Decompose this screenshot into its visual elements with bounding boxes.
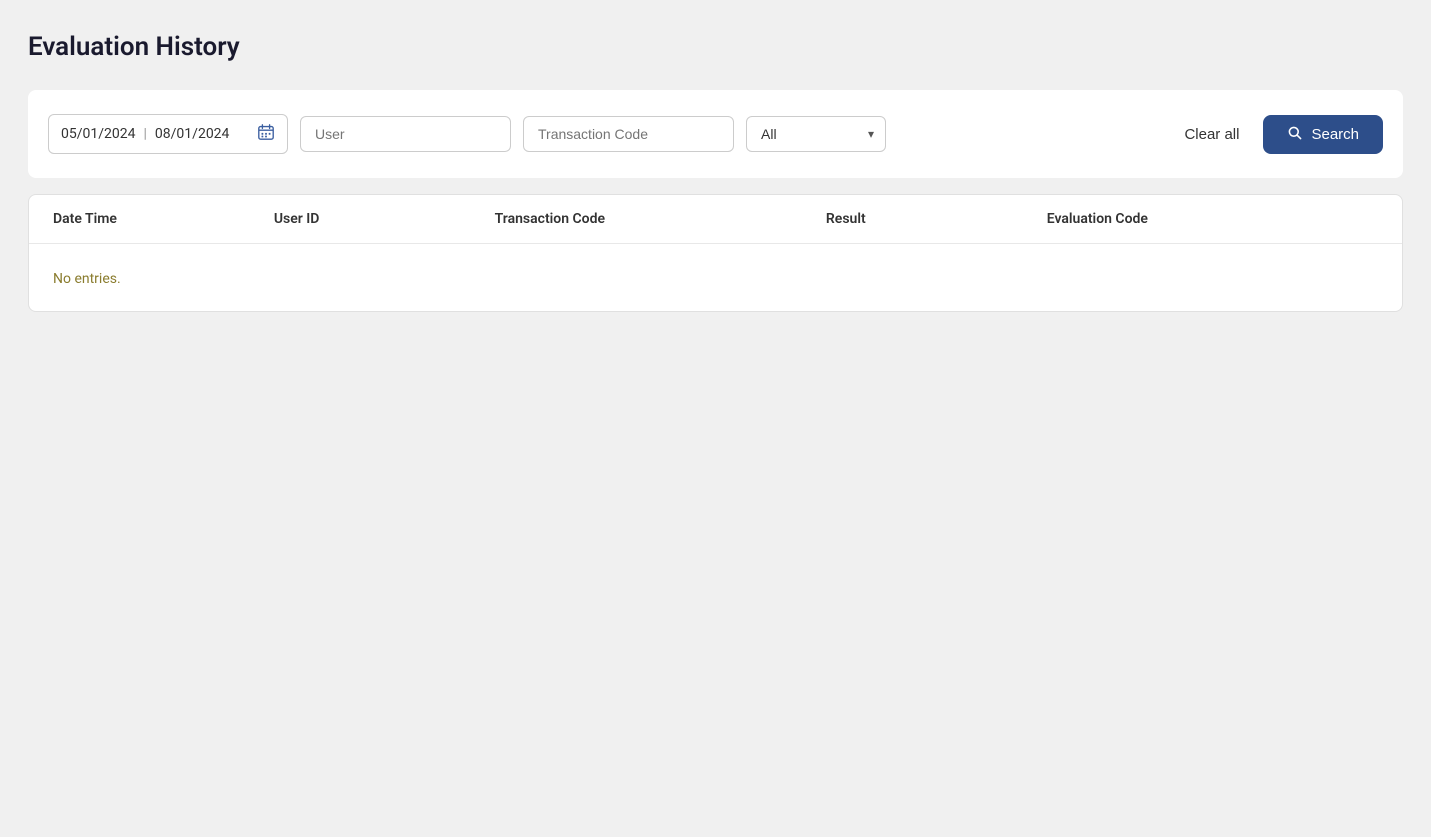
page-container: Evaluation History 05/01/2024 | 08/01/20… [0,0,1431,344]
column-header-evaluation-code: Evaluation Code [1047,211,1378,227]
results-table-container: Date Time User ID Transaction Code Resul… [28,194,1403,312]
date-range-text: 05/01/2024 | 08/01/2024 [61,126,249,142]
page-title: Evaluation History [28,32,1403,62]
result-select-wrapper: All Pass Fail ▾ [746,116,886,152]
date-end: 08/01/2024 [155,126,230,142]
no-entries-message: No entries. [53,271,121,287]
date-separator: | [144,126,147,142]
table-body: No entries. [29,244,1402,311]
transaction-code-input[interactable] [523,116,734,152]
table-header: Date Time User ID Transaction Code Resul… [29,195,1402,244]
date-range-picker[interactable]: 05/01/2024 | 08/01/2024 [48,114,288,154]
calendar-icon [257,123,275,145]
date-start: 05/01/2024 [61,126,136,142]
user-input[interactable] [300,116,511,152]
column-header-transaction-code: Transaction Code [495,211,826,227]
column-header-result: Result [826,211,1047,227]
search-icon [1287,125,1303,144]
search-button-label: Search [1311,126,1359,143]
column-header-userid: User ID [274,211,495,227]
search-panel: 05/01/2024 | 08/01/2024 [28,90,1403,178]
column-header-datetime: Date Time [53,211,274,227]
result-select[interactable]: All Pass Fail [746,116,886,152]
clear-all-button[interactable]: Clear all [1172,118,1251,151]
search-button[interactable]: Search [1263,115,1383,154]
